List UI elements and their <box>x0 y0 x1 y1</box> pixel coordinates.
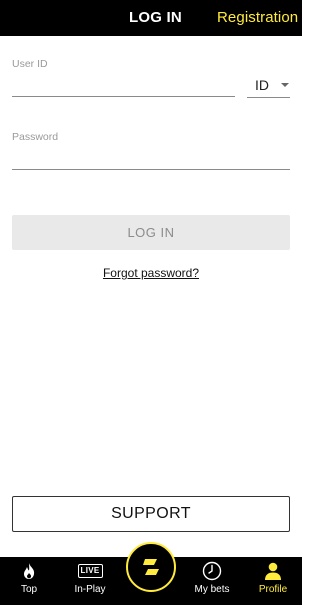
registration-link[interactable]: Registration <box>217 9 298 26</box>
clock-icon <box>200 561 224 581</box>
top-header: LOG IN Registration <box>0 0 302 36</box>
chevron-down-icon <box>281 83 289 87</box>
nav-label-in-play: In-Play <box>74 584 106 595</box>
nav-item-my-bets[interactable]: My bets <box>190 557 234 605</box>
password-input[interactable] <box>12 148 290 170</box>
nav-item-top[interactable]: Top <box>8 557 50 605</box>
support-button[interactable]: SUPPORT <box>12 496 290 532</box>
user-id-label: User ID <box>12 58 48 70</box>
id-type-select[interactable]: ID <box>247 74 290 98</box>
nav-item-in-play[interactable]: LIVE In-Play <box>68 557 112 605</box>
home-logo-button[interactable] <box>126 542 176 592</box>
id-type-value: ID <box>255 77 269 93</box>
nav-label-my-bets: My bets <box>194 584 230 595</box>
live-icon: LIVE <box>77 561 103 581</box>
user-id-input[interactable] <box>12 75 235 97</box>
nav-label-top: Top <box>20 584 38 595</box>
nav-item-profile[interactable]: Profile <box>252 557 294 605</box>
user-icon <box>261 561 285 581</box>
live-badge: LIVE <box>77 564 103 578</box>
nav-label-profile: Profile <box>258 584 288 595</box>
password-label: Password <box>12 131 59 143</box>
flame-icon <box>17 561 41 581</box>
login-button[interactable]: LOG IN <box>12 215 290 250</box>
logo-icon <box>140 556 162 578</box>
page-title: LOG IN <box>129 9 182 26</box>
forgot-password-link[interactable]: Forgot password? <box>0 266 302 280</box>
